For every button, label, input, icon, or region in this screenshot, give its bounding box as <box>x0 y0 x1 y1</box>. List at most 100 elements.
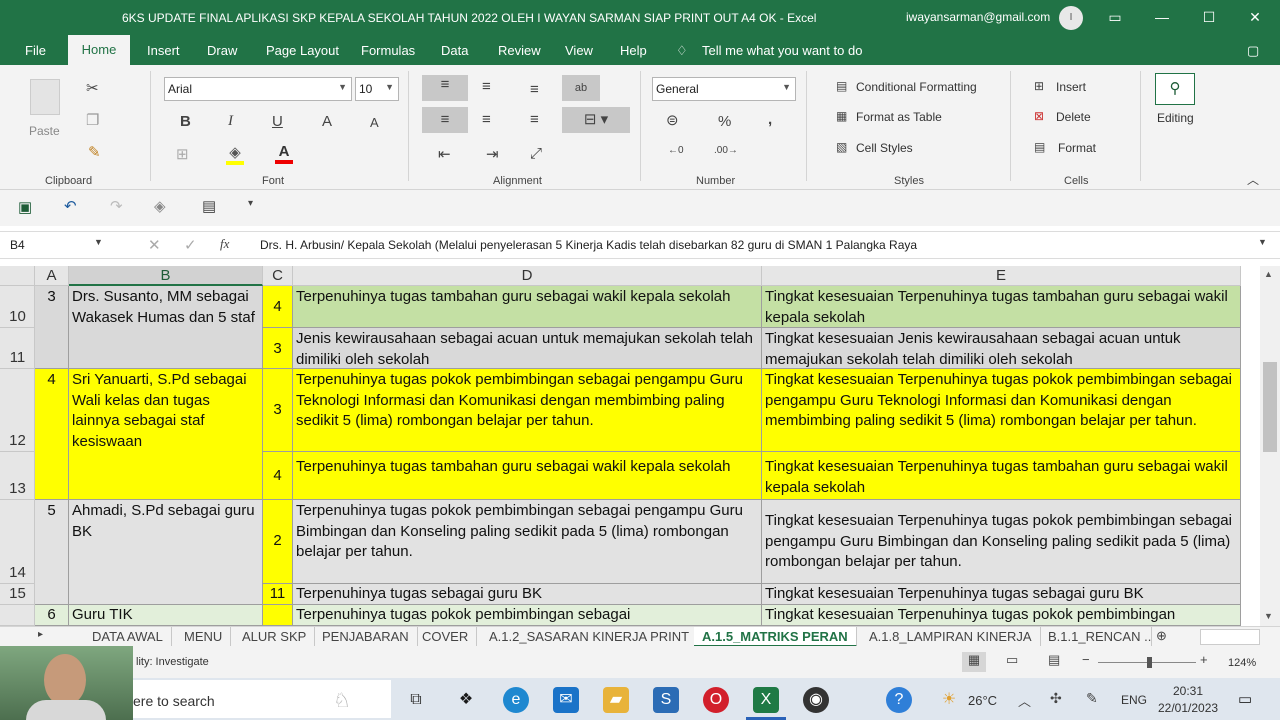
paste-icon[interactable] <box>30 79 60 115</box>
top-align-icon[interactable]: ≡ <box>422 75 468 101</box>
undo-icon[interactable]: ↶ <box>64 197 77 215</box>
tab-review[interactable]: Review <box>498 43 541 58</box>
cell-c11[interactable]: 3 <box>263 328 293 369</box>
decrease-indent-icon[interactable]: ⇤ <box>438 145 451 163</box>
scroll-thumb[interactable] <box>1263 362 1277 452</box>
align-left-icon[interactable]: ≡ <box>422 107 468 133</box>
add-sheet-icon[interactable]: ⊕ <box>1156 628 1167 644</box>
format-painter-icon[interactable]: ✎ <box>88 143 101 161</box>
tab-view[interactable]: View <box>565 43 593 58</box>
cell-e11[interactable]: Tingkat kesesuaian Jenis kewirausahaan s… <box>762 328 1241 369</box>
save-icon[interactable]: ▣ <box>18 198 32 216</box>
cell-d14[interactable]: Terpenuhinya tugas pokok pembimbingan se… <box>293 500 762 584</box>
mail-icon[interactable]: ✉ <box>553 687 579 713</box>
opera-icon[interactable]: O <box>703 687 729 713</box>
network-icon[interactable]: ✣ <box>1050 690 1062 707</box>
sheet-tab[interactable]: A.1.8_LAMPIRAN KINERJA <box>861 627 1041 647</box>
row-header[interactable]: 11 <box>0 328 35 369</box>
language-indicator[interactable]: ENG <box>1121 693 1147 707</box>
decrease-decimal-icon[interactable]: .00→ <box>714 145 738 156</box>
help-icon[interactable]: ? <box>886 687 912 713</box>
cell-d13[interactable]: Terpenuhinya tugas tambahan guru sebagai… <box>293 452 762 500</box>
align-right-icon[interactable]: ≡ <box>530 111 539 128</box>
sheet-tab[interactable]: A.1.2_SASARAN KINERJA PRINT <box>481 627 699 647</box>
merge-center-icon[interactable]: ⊟ ▾ <box>562 107 630 133</box>
cell-e13[interactable]: Tingkat kesesuaian Terpenuhinya tugas ta… <box>762 452 1241 500</box>
collapse-ribbon-icon[interactable]: ︿ <box>1247 171 1259 188</box>
normal-view-icon[interactable]: ▦ <box>962 652 986 672</box>
cell-d12[interactable]: Terpenuhinya tugas pokok pembimbingan se… <box>293 369 762 452</box>
cell-b16[interactable]: Guru TIK <box>69 605 263 626</box>
page-layout-view-icon[interactable]: ▭ <box>1006 652 1018 668</box>
taskbar-search-box[interactable]: ere to search ♘ <box>133 680 391 718</box>
bold-button[interactable]: B <box>180 113 191 130</box>
cell-b14[interactable]: Ahmadi, S.Pd sebagai guru BK <box>69 500 263 605</box>
weather-icon[interactable]: ☀ <box>936 687 962 713</box>
cancel-icon[interactable]: ✕ <box>148 236 161 254</box>
cell-e14[interactable]: Tingkat kesesuaian Terpenuhinya tugas po… <box>762 500 1241 584</box>
scroll-down-icon[interactable]: ▼ <box>1264 611 1273 621</box>
wrap-text-icon[interactable]: ab <box>562 75 600 101</box>
cell-b12[interactable]: Sri Yanuarti, S.Pd sebagai Wali kelas da… <box>69 369 263 500</box>
accessibility-status[interactable]: lity: Investigate <box>136 656 209 668</box>
zoom-in-icon[interactable]: + <box>1200 652 1208 667</box>
chevron-up-icon[interactable]: ︿ <box>1018 691 1031 710</box>
comments-icon[interactable]: ▢ <box>1247 43 1259 59</box>
row-header[interactable]: 10 <box>0 286 35 328</box>
redo-icon[interactable]: ↷ <box>110 197 123 215</box>
bottom-align-icon[interactable]: ≡ <box>530 81 539 98</box>
scroll-up-icon[interactable]: ▲ <box>1264 269 1273 279</box>
edge-icon[interactable]: e <box>503 687 529 713</box>
cell-styles-button[interactable]: Cell Styles <box>856 141 913 155</box>
tab-draw[interactable]: Draw <box>207 43 237 58</box>
tab-page-layout[interactable]: Page Layout <box>266 43 339 58</box>
maximize-icon[interactable]: ☐ <box>1197 5 1221 29</box>
borders-icon[interactable]: ⊞ <box>176 145 189 163</box>
row-header[interactable] <box>0 605 35 626</box>
insert-function-button[interactable]: fx <box>220 236 229 252</box>
clock-date[interactable]: 22/01/2023 <box>1158 701 1218 715</box>
row-header[interactable]: 14 <box>0 500 35 584</box>
percent-button[interactable]: % <box>718 113 731 130</box>
search-icon[interactable]: ⚲ <box>1155 73 1195 105</box>
middle-align-icon[interactable]: ≡ <box>482 78 491 95</box>
grow-font-button[interactable]: A <box>322 113 332 130</box>
align-center-icon[interactable]: ≡ <box>482 111 491 128</box>
select-all-corner[interactable] <box>0 266 35 286</box>
print-preview-icon[interactable]: ▤ <box>202 197 216 215</box>
format-cells-button[interactable]: Format <box>1058 141 1096 155</box>
notifications-icon[interactable]: ▭ <box>1238 690 1252 708</box>
page-break-view-icon[interactable]: ▤ <box>1048 652 1060 668</box>
cell-c14[interactable]: 2 <box>263 500 293 584</box>
sheet-tab[interactable]: B.1.1_RENCAN ... <box>1040 627 1152 647</box>
tell-me-search[interactable]: Tell me what you want to do <box>702 43 862 58</box>
cell-c13[interactable]: 4 <box>263 452 293 500</box>
increase-decimal-icon[interactable]: ←0 <box>668 145 684 156</box>
file-explorer-icon[interactable]: ▰ <box>603 687 629 713</box>
cell-c15[interactable]: 11 <box>263 584 293 605</box>
excel-taskbar-icon[interactable]: X <box>753 687 779 713</box>
task-view-icon[interactable]: ⧉ <box>403 687 429 713</box>
sheet-tab[interactable]: MENU <box>176 627 232 647</box>
font-color-icon[interactable]: A <box>275 143 293 164</box>
horizontal-scrollbar[interactable] <box>1200 629 1260 645</box>
tab-data[interactable]: Data <box>441 43 468 58</box>
format-as-table-button[interactable]: Format as Table <box>856 110 942 124</box>
zoom-level[interactable]: 124% <box>1228 657 1256 669</box>
number-format-combo[interactable]: General ▼ <box>652 77 796 101</box>
tab-help[interactable]: Help <box>620 43 647 58</box>
row-header[interactable]: 15 <box>0 584 35 605</box>
cell-b10[interactable]: Drs. Susanto, MM sebagai Wakasek Humas d… <box>69 286 263 369</box>
font-name-combo[interactable]: Arial ▼ <box>164 77 352 101</box>
obs-icon[interactable]: ◉ <box>803 687 829 713</box>
column-header-b[interactable]: B <box>69 266 263 286</box>
column-header-a[interactable]: A <box>35 266 69 286</box>
sheet-tab-active[interactable]: A.1.5_MATRIKS PERAN <box>694 627 857 647</box>
sheet-tab[interactable]: PENJABARAN <box>314 627 418 647</box>
underline-button[interactable]: U <box>272 113 283 130</box>
sheet-tab[interactable]: ALUR SKP <box>234 627 316 647</box>
cell-c16[interactable] <box>263 605 293 626</box>
enter-icon[interactable]: ✓ <box>184 236 197 254</box>
cell-a14[interactable]: 5 <box>35 500 69 605</box>
pen-icon[interactable]: ✎ <box>1086 690 1098 707</box>
